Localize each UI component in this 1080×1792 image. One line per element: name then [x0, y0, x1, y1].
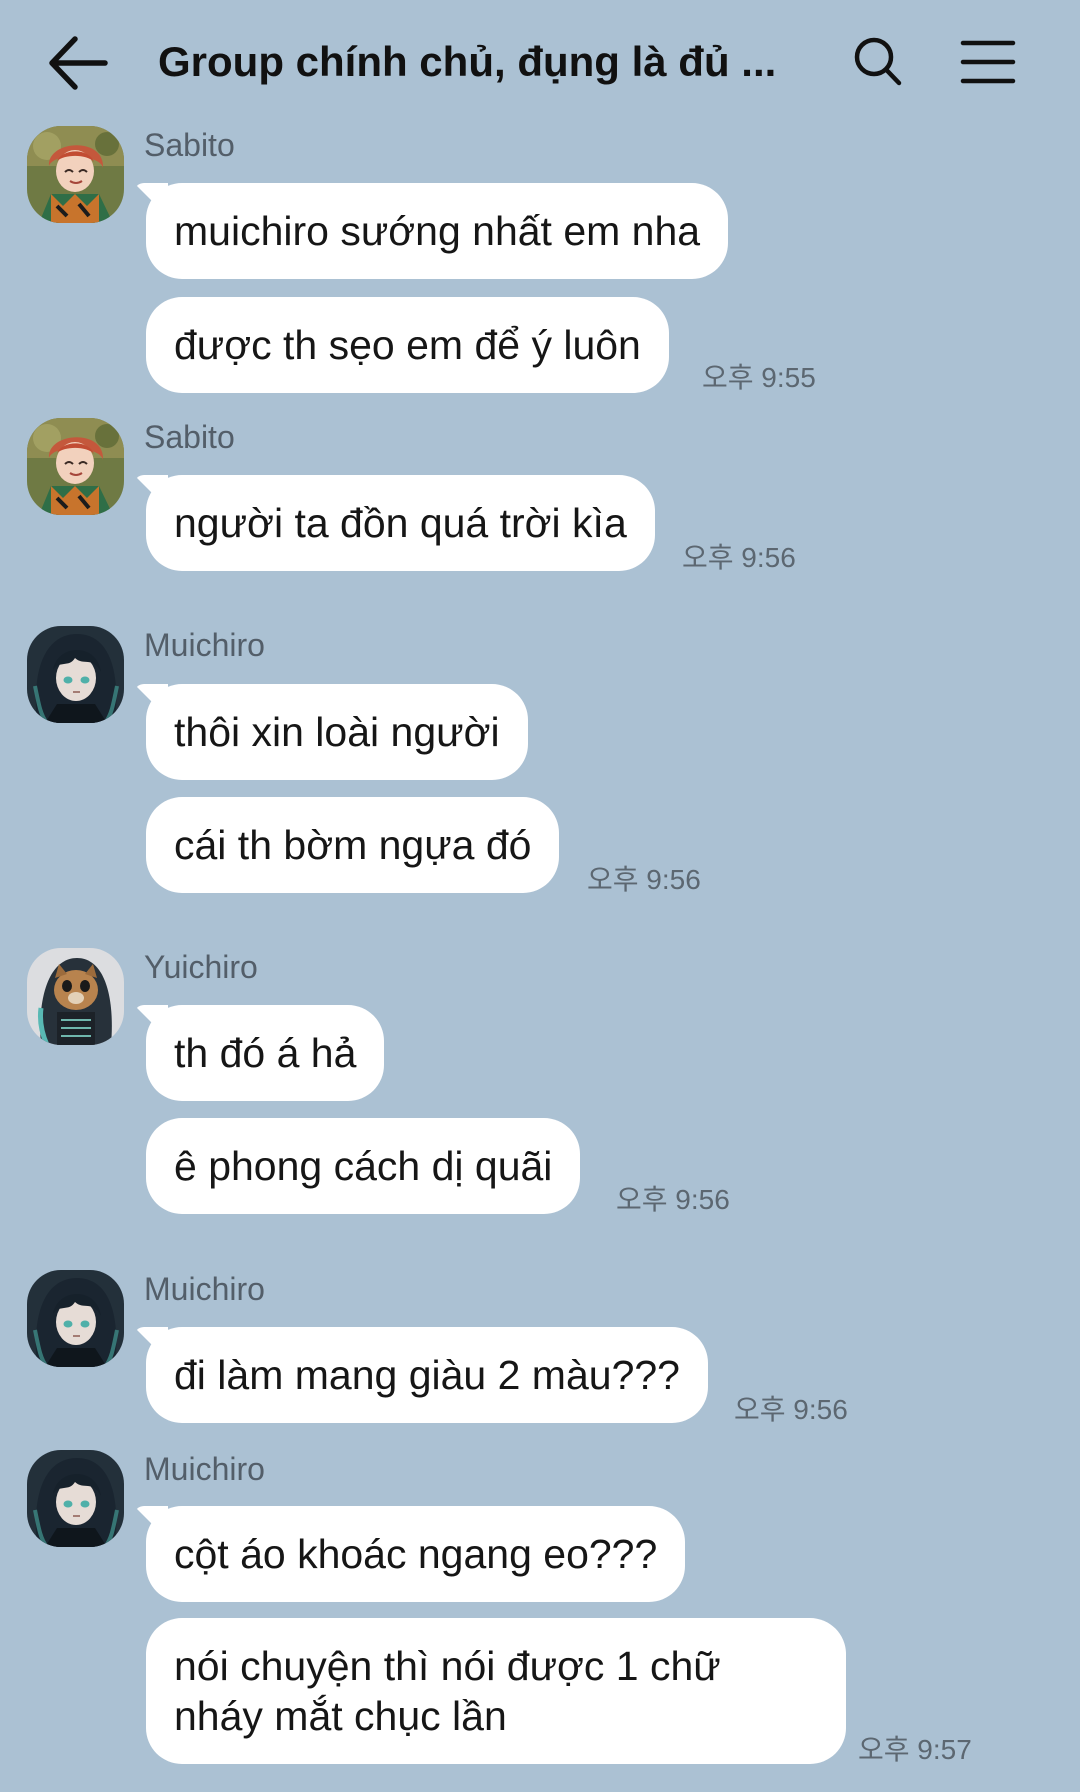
message-time: 오후 9:56	[734, 1394, 848, 1425]
message-bubble[interactable]: muichiro sướng nhất em nha	[146, 183, 729, 279]
muichiro-avatar[interactable]	[27, 626, 124, 723]
sender-name: Sabito	[144, 419, 235, 455]
menu-button[interactable]	[952, 30, 1024, 94]
search-icon	[854, 37, 902, 86]
message-bubble[interactable]: ê phong cách dị quãi	[146, 1118, 581, 1214]
muichiro-avatar[interactable]	[27, 1270, 124, 1367]
sabito-avatar[interactable]	[27, 418, 124, 515]
search-button[interactable]	[846, 30, 910, 94]
chat-title[interactable]: Group chính chủ, đụng là đủ ...	[158, 34, 848, 90]
back-button[interactable]	[38, 28, 118, 98]
message-time: 오후 9:55	[702, 362, 816, 393]
hamburger-menu-icon	[960, 40, 1016, 84]
yuichiro-avatar[interactable]	[27, 948, 124, 1045]
message-bubble[interactable]: người ta đồn quá trời kìa	[146, 475, 655, 571]
muichiro-avatar[interactable]	[27, 1450, 124, 1547]
message-bubble[interactable]: cái th bờm ngựa đó	[146, 797, 560, 893]
arrow-left-icon	[49, 36, 108, 90]
sender-name: Yuichiro	[144, 949, 258, 985]
message-time: 오후 9:56	[616, 1184, 730, 1215]
message-bubble[interactable]: đi làm mang giàu 2 màu???	[146, 1327, 708, 1423]
sender-name: Muichiro	[144, 1271, 265, 1307]
message-bubble[interactable]: nói chuyện thì nói được 1 chữ nháy mắt c…	[146, 1618, 846, 1764]
sender-name: Muichiro	[144, 1451, 265, 1487]
message-time: 오후 9:57	[858, 1734, 972, 1765]
message-bubble[interactable]: thôi xin loài người	[146, 684, 528, 780]
message-bubble[interactable]: th đó á hả	[146, 1005, 385, 1101]
message-time: 오후 9:56	[682, 542, 796, 573]
sender-name: Muichiro	[144, 627, 265, 663]
sabito-avatar[interactable]	[27, 126, 124, 223]
message-time: 오후 9:56	[587, 864, 701, 895]
chat-header: Group chính chủ, đụng là đủ ...	[0, 0, 1080, 126]
sender-name: Sabito	[144, 127, 235, 163]
message-bubble[interactable]: được th sẹo em để ý luôn	[146, 297, 669, 393]
message-bubble[interactable]: cột áo khoác ngang eo???	[146, 1506, 686, 1602]
